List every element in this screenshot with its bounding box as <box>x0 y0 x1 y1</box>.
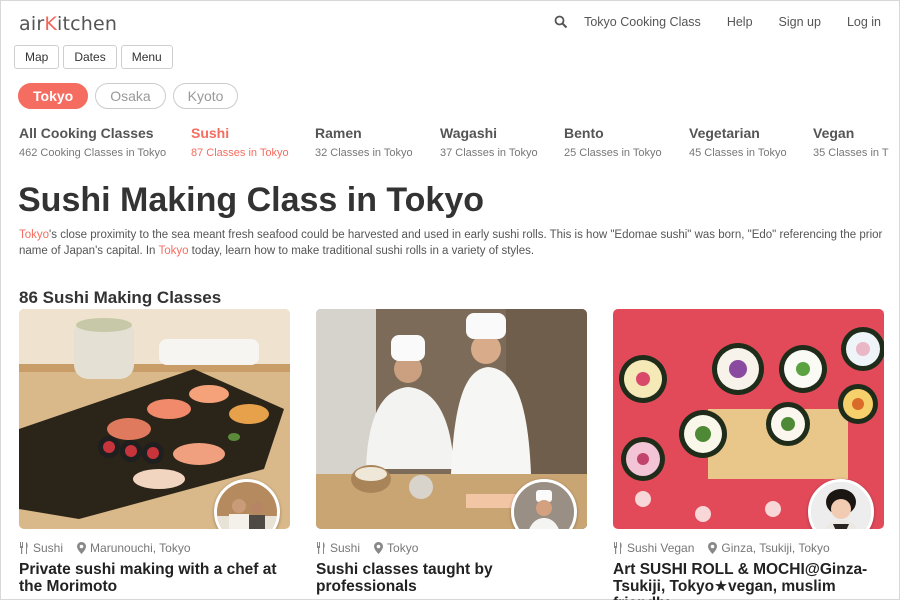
category-count: 45 Classes in Tokyo <box>689 147 787 159</box>
tokyo-link[interactable]: Tokyo <box>158 245 188 257</box>
class-location-text[interactable]: Ginza, Tsukiji, Tokyo <box>721 541 829 555</box>
class-title[interactable]: Private sushi making with a chef at the … <box>19 561 290 595</box>
menu-button[interactable]: Menu <box>120 45 173 69</box>
category-count: 32 Classes in Tokyo <box>315 147 413 159</box>
class-card[interactable]: Sushi Vegan Ginza, Tsukiji, Tokyo Art SU… <box>613 309 884 600</box>
class-location-text[interactable]: Tokyo <box>387 541 418 555</box>
map-pin-icon <box>708 542 718 554</box>
utensils-icon <box>614 542 622 554</box>
city-selector: Tokyo Osaka Kyoto <box>18 83 239 109</box>
class-tags: Sushi Vegan <box>613 541 694 555</box>
category-tabs: All Cooking Classes 462 Cooking Classes … <box>19 125 900 165</box>
top-navigation: Tokyo Cooking Class Help Sign up Log in <box>554 15 881 29</box>
results-count-heading: 86 Sushi Making Classes <box>19 288 222 307</box>
class-photo[interactable] <box>19 309 290 529</box>
class-meta: Sushi Tokyo <box>316 541 587 555</box>
class-photo[interactable] <box>613 309 884 529</box>
logo-text-k: K <box>44 13 58 35</box>
category-count: 25 Classes in Tokyo <box>564 147 662 159</box>
category-sushi[interactable]: Sushi 87 Classes in Tokyo <box>191 125 289 159</box>
category-wagashi[interactable]: Wagashi 37 Classes in Tokyo <box>440 125 538 159</box>
category-name: All Cooking Classes <box>19 125 154 141</box>
search-icon[interactable] <box>554 15 568 29</box>
class-category[interactable]: Sushi Vegan <box>627 541 694 555</box>
class-tags: Sushi <box>19 541 63 555</box>
class-category[interactable]: Sushi <box>330 541 360 555</box>
category-all[interactable]: All Cooking Classes 462 Cooking Classes … <box>19 125 166 159</box>
category-ramen[interactable]: Ramen 32 Classes in Tokyo <box>315 125 413 159</box>
category-count: 35 Classes in T <box>813 147 889 159</box>
category-count: 87 Classes in Tokyo <box>191 147 289 159</box>
class-category[interactable]: Sushi <box>33 541 63 555</box>
class-photo[interactable] <box>316 309 587 529</box>
page-description: Tokyo's close proximity to the sea meant… <box>19 227 885 259</box>
nav-sign-up[interactable]: Sign up <box>779 15 821 29</box>
category-vegan[interactable]: Vegan 35 Classes in T <box>813 125 889 159</box>
class-card[interactable]: Sushi Tokyo Sushi classes taught by prof… <box>316 309 587 595</box>
dates-button[interactable]: Dates <box>63 45 117 69</box>
page-title: Sushi Making Class in Tokyo <box>18 181 485 219</box>
city-tab-tokyo[interactable]: Tokyo <box>18 83 89 109</box>
class-location-text[interactable]: Marunouchi, Tokyo <box>90 541 191 555</box>
class-card[interactable]: Sushi Marunouchi, Tokyo Private sushi ma… <box>19 309 290 595</box>
class-location: Ginza, Tsukiji, Tokyo <box>708 541 830 555</box>
filter-bar: Map Dates Menu <box>14 45 173 69</box>
nav-tokyo-cooking-class[interactable]: Tokyo Cooking Class <box>584 15 701 29</box>
tokyo-link[interactable]: Tokyo <box>19 229 49 241</box>
category-name: Sushi <box>191 125 230 141</box>
category-vegetarian[interactable]: Vegetarian 45 Classes in Tokyo <box>689 125 787 159</box>
map-pin-icon <box>77 542 87 554</box>
map-pin-icon <box>374 542 384 554</box>
class-title[interactable]: Sushi classes taught by professionals <box>316 561 587 595</box>
nav-log-in[interactable]: Log in <box>847 15 881 29</box>
class-meta: Sushi Vegan Ginza, Tsukiji, Tokyo <box>613 541 884 555</box>
class-meta: Sushi Marunouchi, Tokyo <box>19 541 290 555</box>
description-text: today, learn how to make traditional sus… <box>188 245 535 257</box>
map-button[interactable]: Map <box>14 45 60 69</box>
utensils-icon <box>20 542 28 554</box>
class-location: Tokyo <box>374 541 418 555</box>
category-name: Wagashi <box>440 125 498 141</box>
city-tab-osaka[interactable]: Osaka <box>95 83 166 109</box>
category-count: 462 Cooking Classes in Tokyo <box>19 147 167 159</box>
category-bento[interactable]: Bento 25 Classes in Tokyo <box>564 125 662 159</box>
utensils-icon <box>317 542 325 554</box>
airkitchen-logo[interactable]: airKitchen <box>19 13 117 35</box>
logo-text-air: air <box>19 13 45 35</box>
category-name: Vegan <box>813 125 855 141</box>
class-title[interactable]: Art SUSHI ROLL & MOCHI@Ginza-Tsukiji, To… <box>613 561 884 600</box>
category-count: 37 Classes in Tokyo <box>440 147 538 159</box>
city-tab-kyoto[interactable]: Kyoto <box>172 83 239 109</box>
category-name: Vegetarian <box>689 125 760 141</box>
logo-text-itchen: itchen <box>57 13 118 35</box>
nav-help[interactable]: Help <box>727 15 753 29</box>
class-tags: Sushi <box>316 541 360 555</box>
category-name: Ramen <box>315 125 362 141</box>
category-name: Bento <box>564 125 604 141</box>
class-location: Marunouchi, Tokyo <box>77 541 191 555</box>
